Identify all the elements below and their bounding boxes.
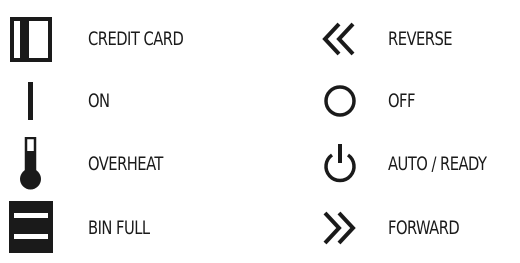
overheat-icon xyxy=(17,137,45,191)
auto-ready-icon xyxy=(322,143,358,183)
reverse-icon xyxy=(322,22,356,56)
legend-label-off: OFF xyxy=(388,90,415,112)
symbol-legend: CREDIT CARD ON OVERHEAT BIN FULL REVERSE… xyxy=(0,0,520,263)
legend-label-overheat: OVERHEAT xyxy=(88,153,163,175)
off-icon xyxy=(323,84,357,118)
legend-label-reverse: REVERSE xyxy=(388,28,453,50)
legend-label-on: ON xyxy=(88,90,110,112)
on-icon xyxy=(26,82,36,120)
legend-label-bin-full: BIN FULL xyxy=(88,217,150,239)
bin-full-icon xyxy=(8,201,54,253)
legend-label-auto-ready: AUTO / READY xyxy=(388,153,487,175)
credit-card-icon xyxy=(10,17,52,62)
legend-label-credit-card: CREDIT CARD xyxy=(88,28,184,50)
legend-label-forward: FORWARD xyxy=(388,217,460,239)
forward-icon xyxy=(322,211,356,245)
